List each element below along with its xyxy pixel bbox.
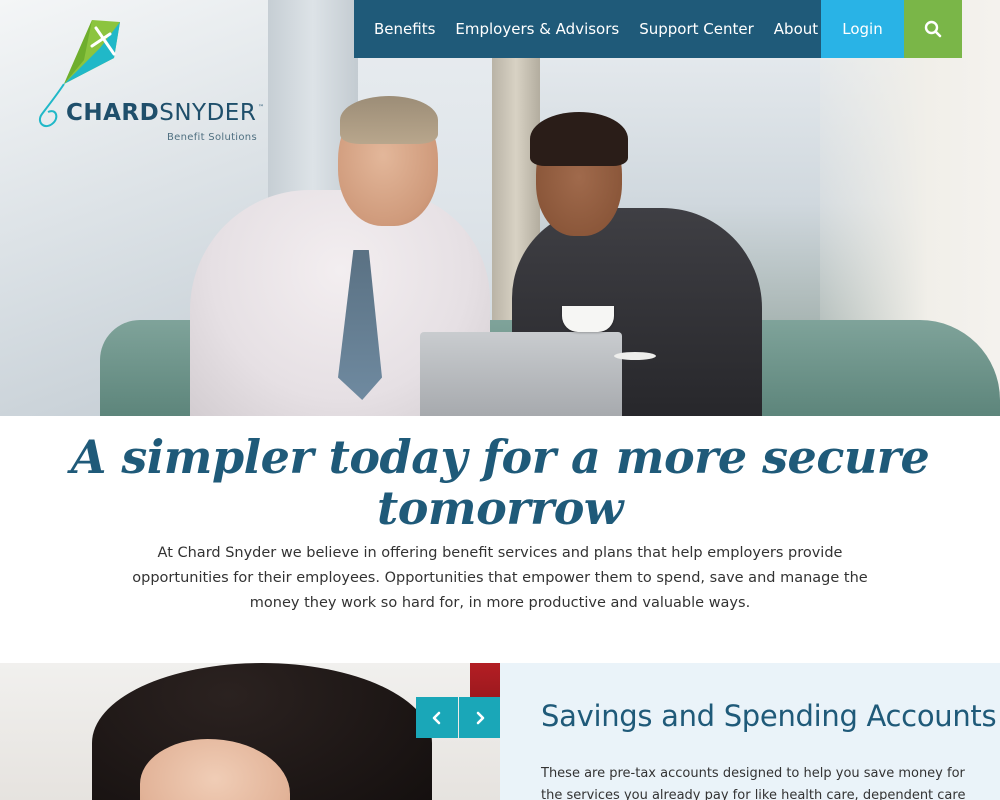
slider-controls — [416, 697, 501, 738]
chevron-left-icon — [432, 711, 441, 724]
nav-item-benefits[interactable]: Benefits — [354, 0, 435, 58]
site-logo[interactable]: CHARDSNYDER ™ Benefit Solutions — [34, 18, 274, 143]
logo-name-part2: SNYDER — [159, 100, 257, 126]
logo-wordmark: CHARDSNYDER — [66, 102, 256, 125]
hero-saucer — [614, 352, 656, 360]
search-button[interactable] — [904, 0, 962, 58]
slider-prev-button[interactable] — [416, 697, 458, 738]
main-nav: Benefits Employers & Advisors Support Ce… — [354, 0, 821, 58]
hero-man-hair — [340, 96, 438, 144]
logo-trademark: ™ — [258, 104, 264, 111]
slider-next-button[interactable] — [459, 697, 501, 738]
intro-paragraph: At Chard Snyder we believe in offering b… — [132, 545, 868, 611]
hero-laptop — [420, 332, 622, 416]
hero-woman-hair — [530, 112, 628, 166]
chevron-right-icon — [476, 711, 485, 724]
hero-coffee-cup — [562, 306, 614, 332]
logo-name-part1: CHARD — [66, 100, 160, 126]
feature-panel: Savings and Spending Accounts These are … — [500, 663, 1000, 800]
search-icon — [924, 20, 942, 38]
logo-tagline: Benefit Solutions — [167, 132, 257, 143]
feature-title: Savings and Spending Accounts — [541, 699, 997, 733]
hero-headline: A simpler today for a more secure tomorr… — [70, 430, 930, 535]
login-button[interactable]: Login — [821, 0, 904, 58]
nav-item-employers-advisors[interactable]: Employers & Advisors — [435, 0, 619, 58]
nav-item-support-center[interactable]: Support Center — [619, 0, 754, 58]
feature-text: These are pre-tax accounts designed to h… — [541, 766, 966, 800]
